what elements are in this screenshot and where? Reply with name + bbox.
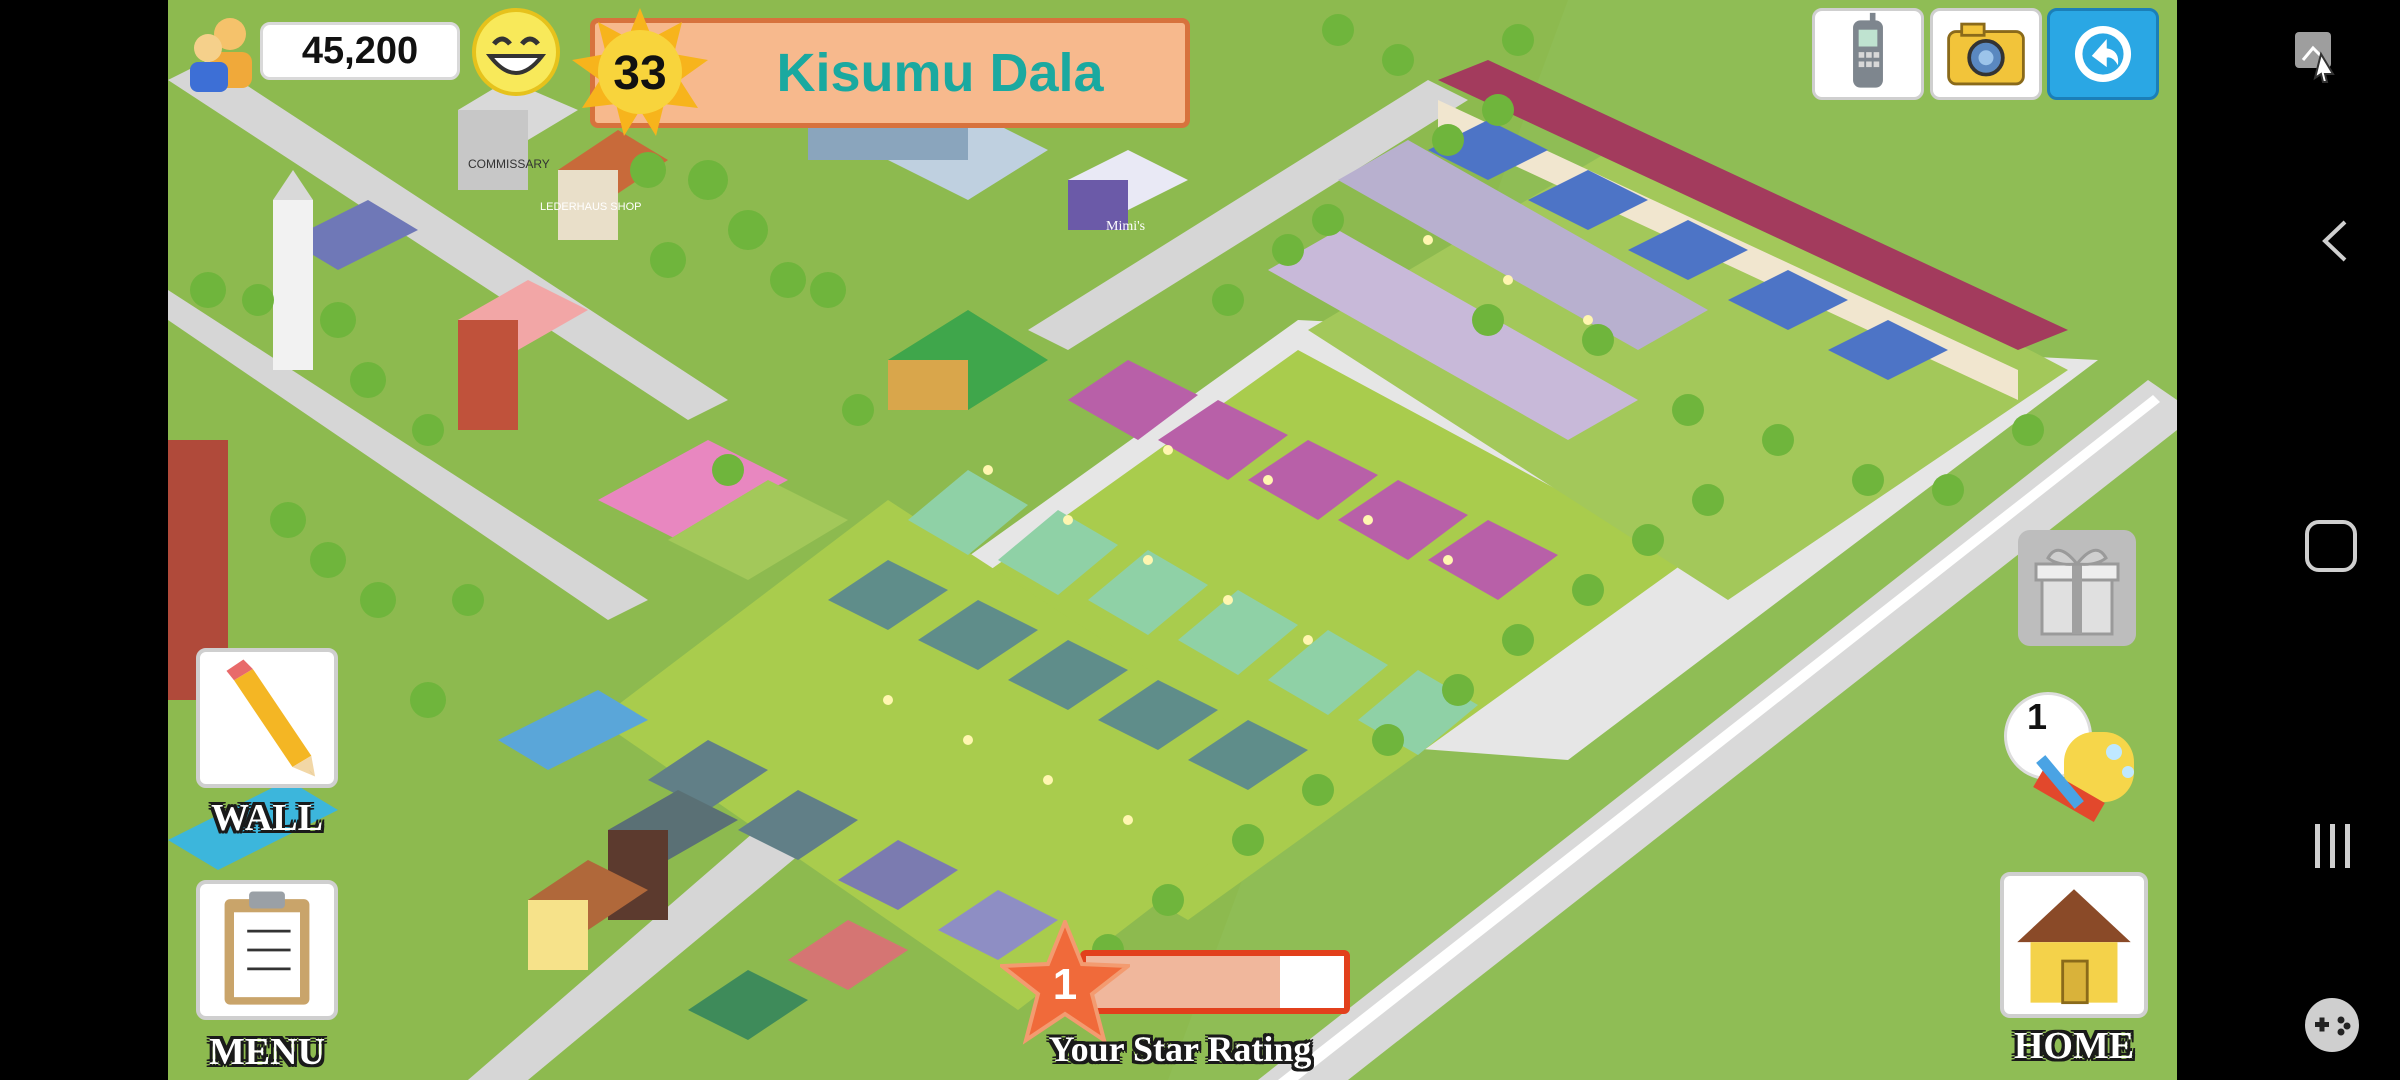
home-button[interactable] (2000, 872, 2148, 1018)
home-nav-icon[interactable] (2303, 518, 2359, 574)
coin-value: 45,200 (301, 30, 419, 72)
leather-shop-sign: LEDERHAUS SHOP (540, 201, 641, 213)
star-rating[interactable]: 1 Your Star Rating (1000, 920, 1360, 1080)
system-nav-bar (2177, 0, 2400, 1080)
back-icon[interactable] (2317, 218, 2351, 264)
city-map[interactable]: COMMISSARY LEDERHAUS SHOP Mimi's (168, 0, 2177, 1080)
mop-icon (2033, 732, 2134, 823)
happiness-smiley[interactable] (470, 6, 562, 98)
phone-icon (1853, 12, 1883, 88)
smiley-icon (472, 8, 560, 96)
share-button[interactable] (2047, 8, 2159, 100)
mimis-sign: Mimi's (1106, 219, 1145, 234)
camera-icon (1947, 22, 2025, 86)
star-rating-value: 1 (1052, 960, 1078, 1009)
player-level-banner[interactable]: Kisumu Dala 33 (570, 8, 1192, 136)
share-icon (2074, 25, 2132, 83)
wall-label: WALL (211, 797, 323, 839)
game-screen: COMMISSARY LEDERHAUS SHOP Mimi's 45,200 … (0, 0, 2400, 1080)
star-rating-caption: Your Star Rating (1048, 1029, 1312, 1069)
camera-button[interactable] (1930, 8, 2042, 100)
screen-capture-icon[interactable] (2293, 30, 2337, 84)
city-map-graphic[interactable]: COMMISSARY LEDERHAUS SHOP Mimi's (168, 0, 2177, 1080)
cleanup-button[interactable]: 1 (2004, 692, 2150, 832)
level-number: 33 (613, 47, 667, 100)
people-icon (190, 18, 252, 92)
recent-apps-icon[interactable] (2309, 822, 2357, 870)
wall-button[interactable] (196, 648, 338, 788)
game-tools-icon[interactable] (2301, 994, 2363, 1056)
pencil-icon (226, 659, 316, 777)
menu-label: MENU (208, 1031, 326, 1073)
house-icon (2017, 889, 2131, 1005)
clipboard-icon (224, 891, 310, 1005)
gift-icon (2034, 548, 2120, 636)
commissary-sign: COMMISSARY (468, 157, 550, 171)
gift-button[interactable] (2018, 530, 2136, 646)
coin-counter: 45,200 (180, 14, 460, 92)
home-label: HOME (2013, 1025, 2135, 1067)
phone-button[interactable] (1812, 8, 1924, 100)
player-name: Kisumu Dala (776, 43, 1104, 103)
menu-button[interactable] (196, 880, 338, 1020)
